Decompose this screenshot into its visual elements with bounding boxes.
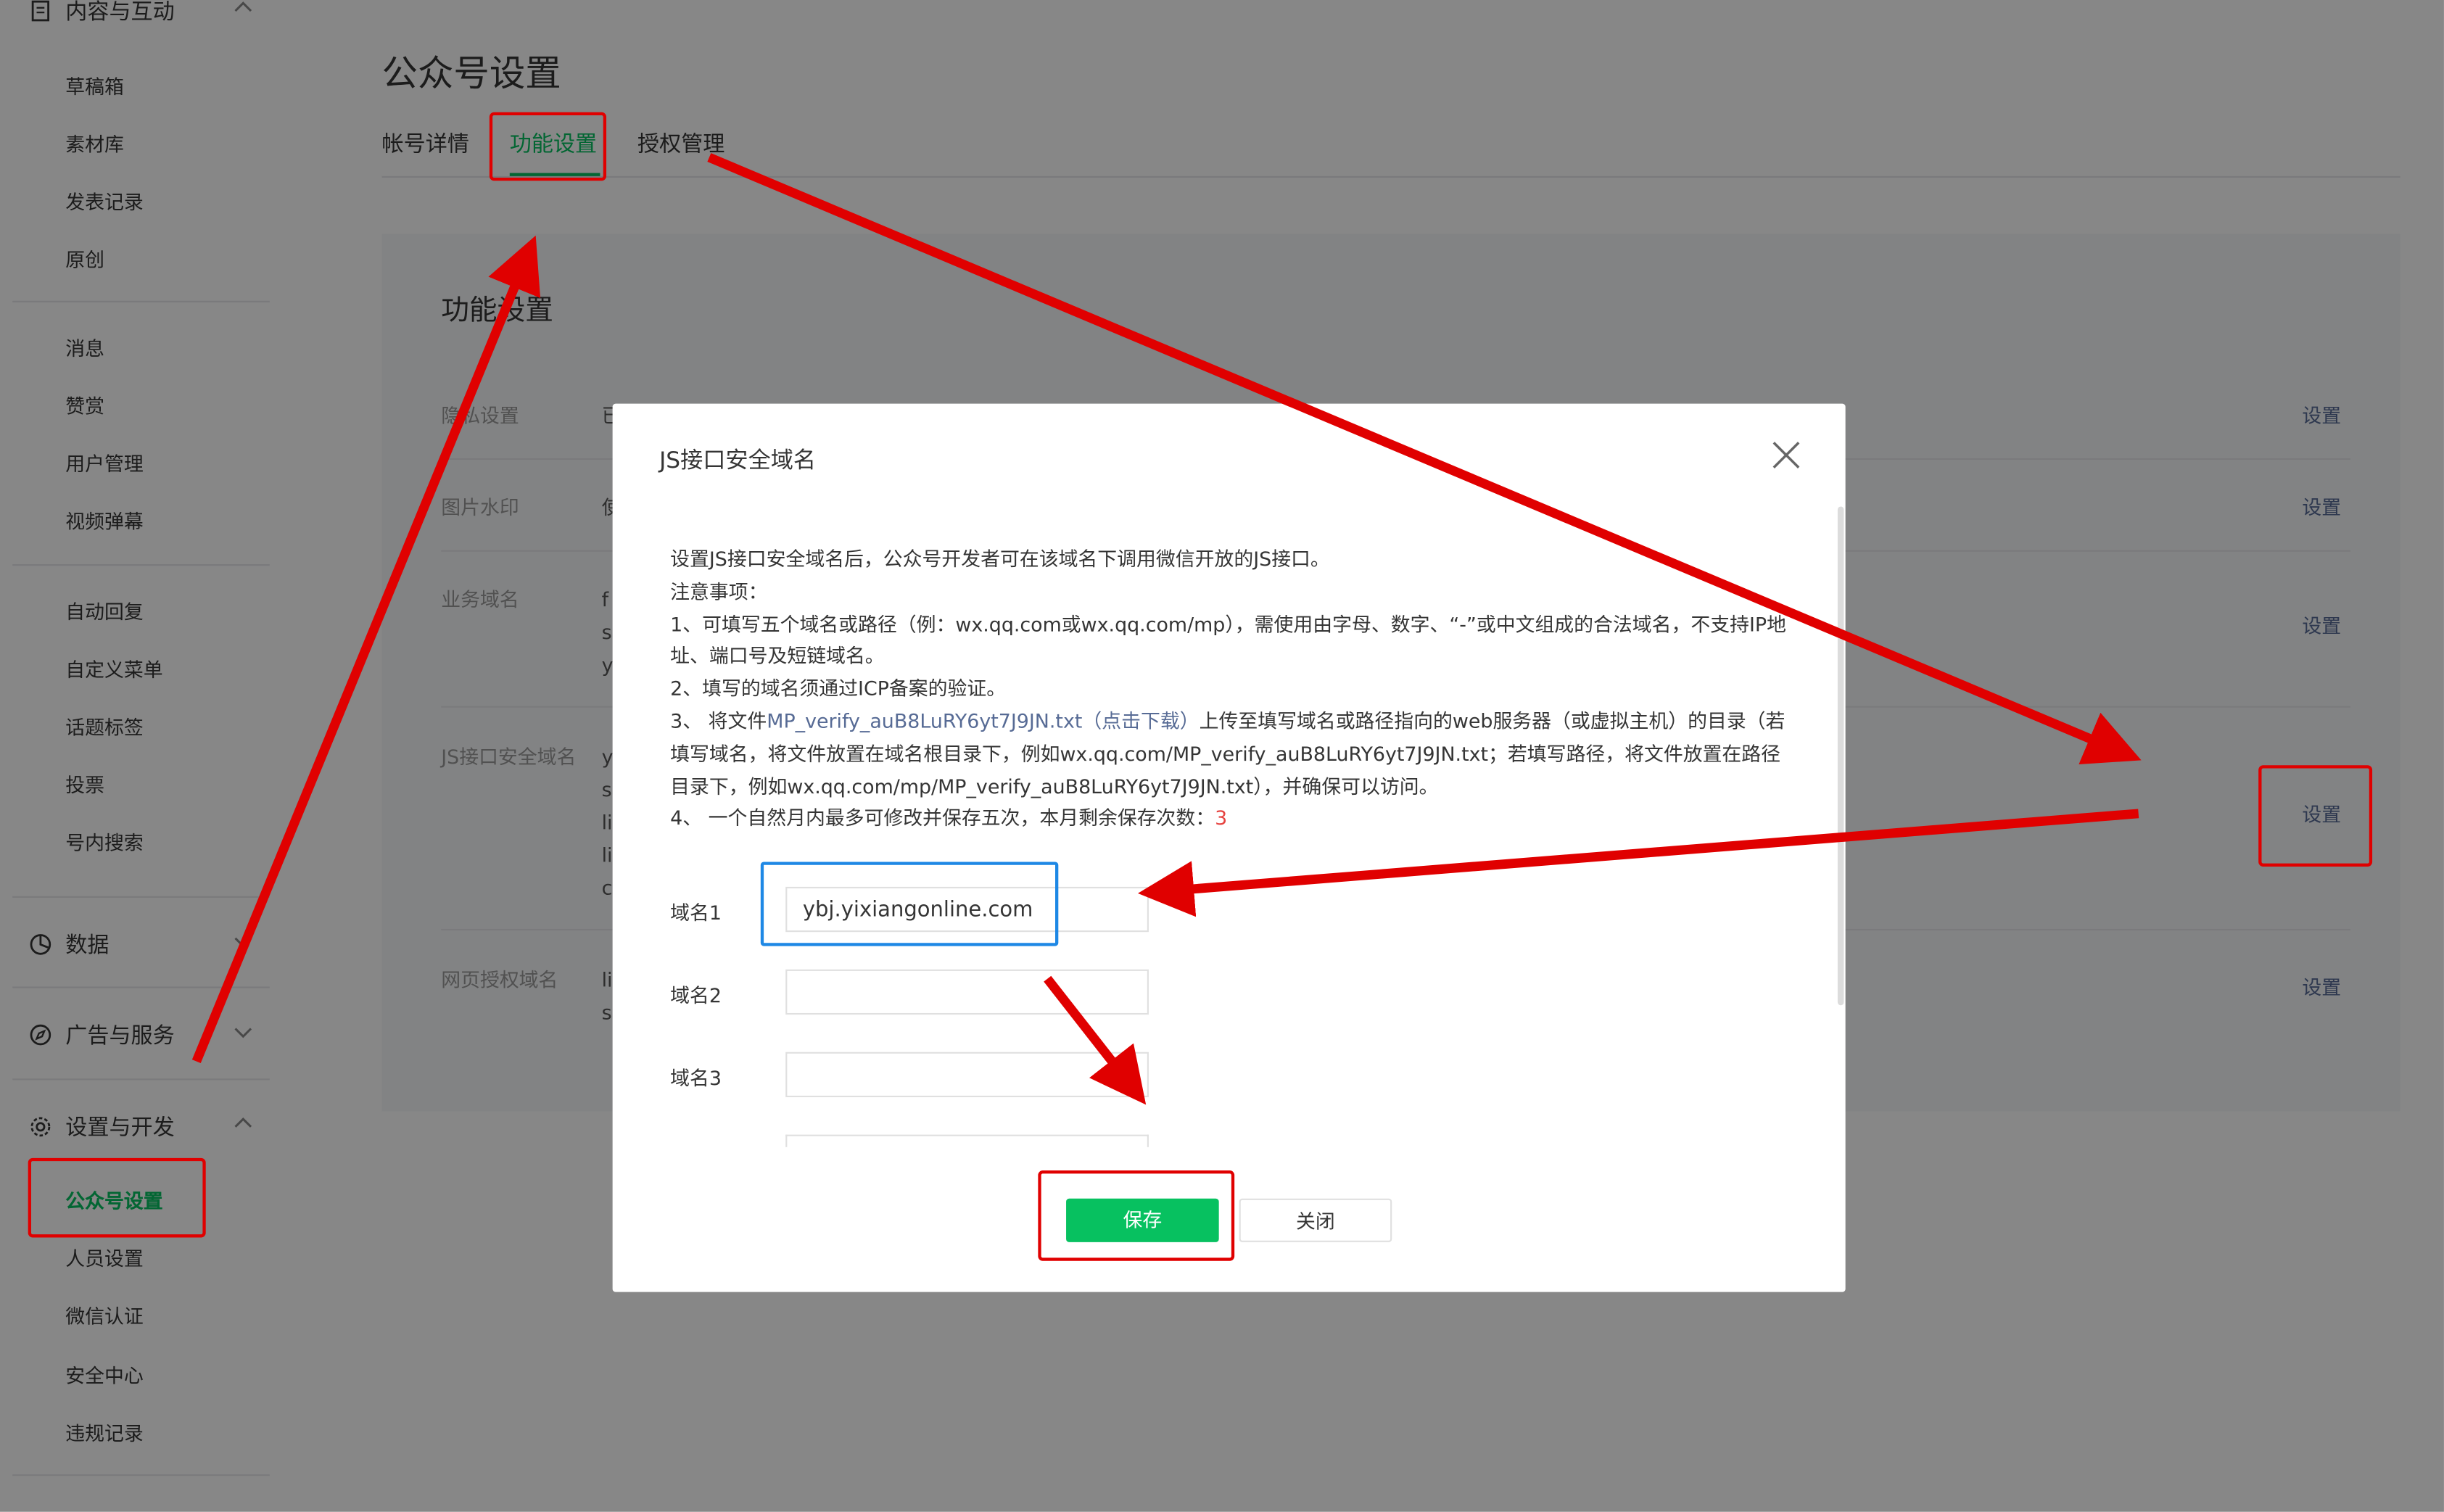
- domain-3-input[interactable]: [785, 1052, 1149, 1098]
- domain-1-label: 域名1: [670, 901, 722, 925]
- highlight-domain-input: [760, 862, 1059, 946]
- dialog-title: JS接口安全域名: [659, 448, 817, 474]
- note-4: 4、 一个自然月内最多可修改并保存五次，本月剩余保存次数：3: [670, 803, 1792, 836]
- note-1: 1、可填写五个域名或路径（例：wx.qq.com或wx.qq.com/mp），需…: [670, 611, 1786, 668]
- dialog-notes: 设置JS接口安全域名后，公众号开发者可在该域名下调用微信开放的JS接口。 注意事…: [670, 544, 1792, 835]
- note-4-prefix: 4、 一个自然月内最多可修改并保存五次，本月剩余保存次数：: [670, 806, 1215, 830]
- highlight-account-settings: [28, 1157, 206, 1238]
- note-2: 2、填写的域名须通过ICP备案的验证。: [670, 677, 1007, 701]
- close-icon[interactable]: [1769, 438, 1803, 472]
- note-3: 3、 将文件MP_verify_auB8LuRY6yt7J9JN.txt（点击下…: [670, 706, 1792, 803]
- domain-4-input-partial[interactable]: [785, 1134, 1149, 1147]
- intro-text: 设置JS接口安全域名后，公众号开发者可在该域名下调用微信开放的JS接口。: [670, 547, 1330, 571]
- verify-file-link[interactable]: MP_verify_auB8LuRY6yt7J9JN.txt: [767, 709, 1082, 732]
- domain-3-label: 域名3: [670, 1066, 722, 1090]
- download-link[interactable]: （点击下载）: [1082, 709, 1199, 732]
- domain-2-input[interactable]: [785, 969, 1149, 1015]
- highlight-function-tab: [489, 112, 607, 181]
- highlight-save: [1038, 1170, 1235, 1261]
- screen: 内容与互动 草稿箱 素材库 发表记录 原创 消息 赞赏 用户管理 视频弹幕 自动…: [0, 0, 2444, 1512]
- domain-2-label: 域名2: [670, 983, 722, 1007]
- highlight-js-set: [2258, 765, 2373, 867]
- close-button[interactable]: 关闭: [1239, 1198, 1392, 1242]
- notes-heading: 注意事项：: [670, 579, 768, 603]
- note-3-prefix: 3、 将文件: [670, 709, 767, 733]
- js-domain-dialog: JS接口安全域名 设置JS接口安全域名后，公众号开发者可在该域名下调用微信开放的…: [612, 403, 1846, 1292]
- dialog-scrollbar[interactable]: [1837, 506, 1844, 1006]
- remaining-count: 3: [1215, 806, 1228, 830]
